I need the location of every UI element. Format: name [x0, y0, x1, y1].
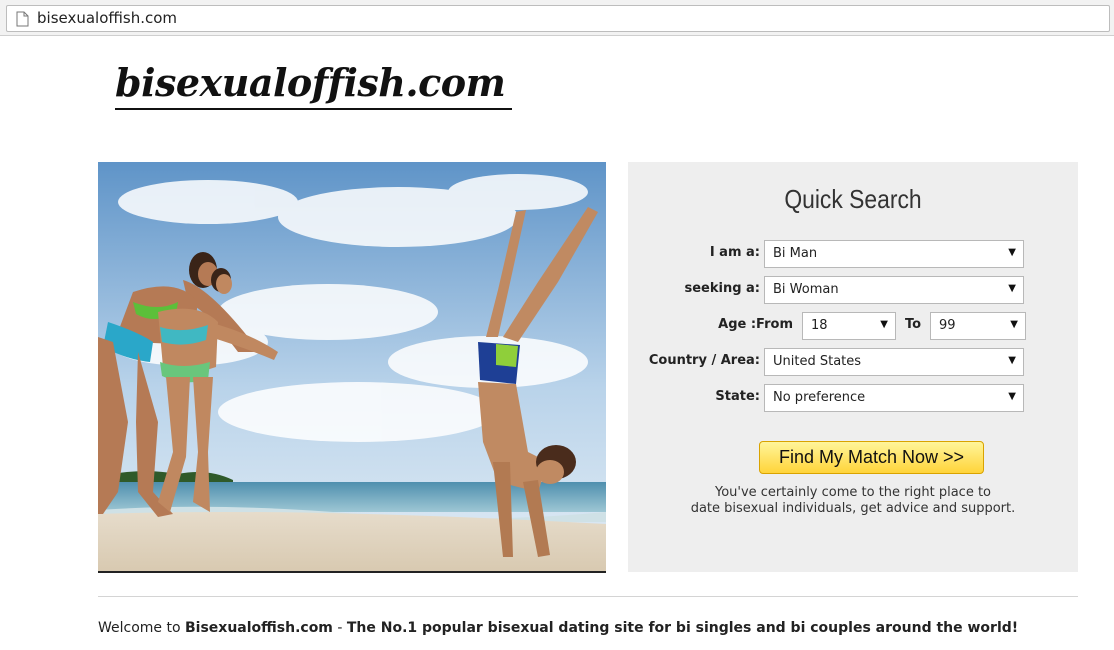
- tagline-line-2: date bisexual individuals, get advice an…: [690, 501, 1016, 516]
- seeking-row: seeking a: Bi Woman ▼: [628, 276, 1078, 304]
- seeking-label: seeking a:: [684, 281, 760, 296]
- country-row: Country / Area: United States ▼: [628, 348, 1078, 376]
- search-tagline: You've certainly come to the right place…: [628, 485, 1078, 517]
- seeking-select[interactable]: Bi Woman ▼: [764, 276, 1024, 304]
- caret-down-icon: ▼: [880, 319, 888, 330]
- age-row: Age :From 18 ▼ To 99 ▼: [628, 312, 1078, 340]
- url-text: bisexualoffish.com: [37, 9, 178, 27]
- country-value: United States: [773, 354, 862, 369]
- quick-search-panel: Quick Search I am a: Bi Man ▼ seeking a:…: [628, 162, 1078, 572]
- age-from-value: 18: [811, 318, 828, 333]
- caret-down-icon: ▼: [1010, 319, 1018, 330]
- welcome-separator: -: [332, 620, 347, 636]
- site-name: Bisexualoffish.com: [185, 620, 333, 636]
- state-label: State:: [715, 389, 760, 404]
- caret-down-icon: ▼: [1008, 391, 1016, 402]
- find-my-match-button[interactable]: Find My Match Now >>: [759, 441, 984, 474]
- age-to-value: 99: [939, 318, 956, 333]
- welcome-prefix: Welcome to: [98, 620, 185, 636]
- country-label: Country / Area:: [648, 353, 760, 368]
- url-field[interactable]: bisexualoffish.com: [6, 5, 1110, 32]
- age-from-select[interactable]: 18 ▼: [802, 312, 896, 340]
- age-to-label: To: [905, 317, 922, 332]
- welcome-text: Welcome to Bisexualoffish.com - The No.1…: [98, 620, 1018, 636]
- i-am-label: I am a:: [709, 245, 760, 260]
- divider: [98, 596, 1078, 597]
- age-from-label: Age :From: [718, 317, 793, 332]
- state-row: State: No preference ▼: [628, 384, 1078, 412]
- browser-address-bar: bisexualoffish.com: [0, 0, 1114, 36]
- state-value: No preference: [773, 390, 866, 405]
- site-logo[interactable]: bisexualoffish.com: [115, 58, 512, 110]
- country-select[interactable]: United States ▼: [764, 348, 1024, 376]
- caret-down-icon: ▼: [1008, 283, 1016, 294]
- age-to-select[interactable]: 99 ▼: [930, 312, 1026, 340]
- page-icon: [16, 11, 29, 27]
- i-am-value: Bi Man: [773, 246, 818, 261]
- quick-search-title: Quick Search: [784, 184, 922, 214]
- tagline-line-1: You've certainly come to the right place…: [714, 485, 992, 500]
- i-am-select[interactable]: Bi Man ▼: [764, 240, 1024, 268]
- seeking-value: Bi Woman: [773, 282, 839, 297]
- hero-image: [98, 162, 606, 573]
- welcome-tagline: The No.1 popular bisexual dating site fo…: [346, 620, 1019, 636]
- caret-down-icon: ▼: [1008, 247, 1016, 258]
- caret-down-icon: ▼: [1008, 355, 1016, 366]
- state-select[interactable]: No preference ▼: [764, 384, 1024, 412]
- i-am-row: I am a: Bi Man ▼: [628, 240, 1078, 268]
